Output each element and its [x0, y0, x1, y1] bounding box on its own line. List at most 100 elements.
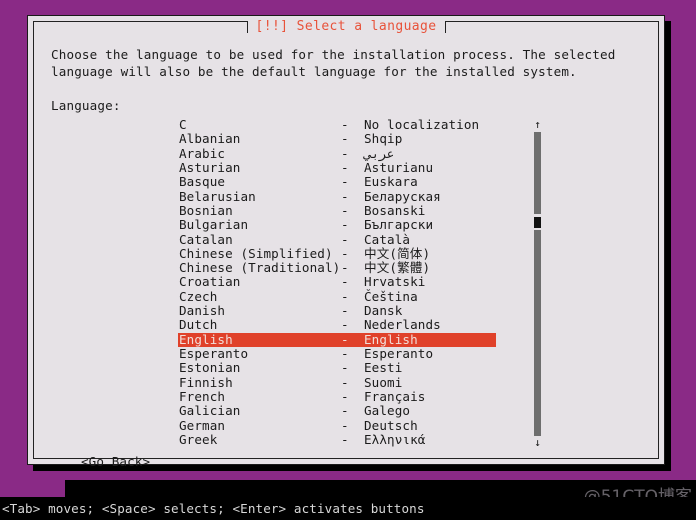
language-separator: - — [341, 117, 349, 132]
language-native-name: English — [364, 331, 418, 347]
go-back-button[interactable]: <Go Back> — [81, 454, 150, 470]
language-separator: - — [341, 159, 349, 175]
language-native-name: No localization — [364, 117, 480, 132]
language-list-item[interactable]: Greek - Ελληνικά — [178, 431, 496, 447]
language-separator: - — [341, 403, 349, 419]
installer-screen: [!!] Select a language Choose the langua… — [0, 0, 696, 520]
language-list-item[interactable]: Catalan - Català — [178, 231, 496, 247]
language-name: Chinese (Simplified) — [179, 245, 333, 261]
language-separator: - — [341, 245, 349, 261]
language-name: Finnish — [179, 374, 233, 390]
language-list-item[interactable]: Arabic - عربي — [178, 145, 496, 161]
scrollbar-trough[interactable] — [534, 132, 541, 436]
language-list-item[interactable]: German - Deutsch — [178, 417, 496, 433]
console-black-strip — [65, 480, 696, 497]
language-name: Belarusian — [179, 188, 256, 204]
dialog-inner-frame: [!!] Select a language Choose the langua… — [33, 20, 659, 469]
select-language-dialog: [!!] Select a language Choose the langua… — [27, 15, 665, 469]
language-separator: - — [341, 417, 349, 433]
dialog-titlebar: [!!] Select a language — [34, 15, 658, 34]
language-name: Croatian — [179, 274, 241, 290]
language-separator: - — [341, 288, 349, 304]
language-list-item[interactable]: Basque - Euskara — [178, 174, 496, 189]
language-list-item[interactable]: Asturian - Asturianu — [178, 159, 496, 175]
language-list[interactable]: C - No localization Albanian - Shqip Arabic - عر… — [178, 117, 496, 447]
language-native-name: Čeština — [364, 288, 418, 304]
language-separator: - — [341, 260, 349, 276]
language-separator: - — [341, 303, 349, 319]
language-separator: - — [341, 317, 349, 333]
language-native-name: Беларуская — [364, 188, 441, 204]
language-separator: - — [341, 202, 349, 218]
language-field-label: Language: — [51, 98, 121, 113]
language-native-name: Bosanski — [364, 202, 426, 218]
language-list-item[interactable]: French - Français — [178, 388, 496, 404]
language-separator: - — [341, 274, 349, 290]
language-name: Estonian — [179, 360, 241, 376]
language-list-item[interactable]: Czech - Čeština — [178, 288, 496, 304]
language-native-name: 中文(繁體) — [364, 260, 431, 276]
language-list-item[interactable]: Bulgarian - Български — [178, 217, 496, 233]
language-native-name: Suomi — [364, 374, 403, 390]
language-name: French — [179, 388, 226, 404]
language-native-name: Galego — [364, 403, 411, 419]
scroll-down-arrow-icon[interactable]: ↓ — [530, 436, 545, 450]
language-separator: - — [341, 388, 349, 404]
language-native-name: Esperanto — [364, 346, 434, 361]
language-name: Bosnian — [179, 202, 233, 218]
language-list-item[interactable]: Danish - Dansk — [178, 303, 496, 319]
language-name: Bulgarian — [179, 217, 249, 233]
language-name: Galician — [179, 403, 241, 419]
language-separator: - — [341, 131, 349, 147]
language-separator: - — [341, 431, 349, 447]
language-native-name: Shqip — [364, 131, 403, 147]
language-name: Dutch — [179, 317, 218, 333]
language-list-item[interactable]: Chinese (Traditional) - 中文(繁體) — [178, 260, 496, 276]
language-separator: - — [341, 374, 349, 390]
scrollbar-thumb[interactable] — [534, 217, 541, 228]
language-list-item[interactable]: Finnish - Suomi — [178, 374, 496, 390]
language-list-scrollbar[interactable]: ↑ ↓ — [530, 118, 545, 450]
language-native-name: Nederlands — [364, 317, 441, 333]
language-native-name: Eesti — [364, 360, 403, 376]
language-name: Arabic — [179, 145, 226, 161]
language-native-name: Български — [364, 217, 434, 233]
language-name: Greek — [179, 431, 218, 447]
language-native-name: Ελληνικά — [364, 431, 426, 447]
language-name: Albanian — [179, 131, 241, 147]
language-native-name: Deutsch — [364, 417, 418, 433]
language-native-name: عربي — [364, 145, 395, 161]
language-native-name: Hrvatski — [364, 274, 426, 290]
language-list-item[interactable]: Croatian - Hrvatski — [178, 274, 496, 290]
statusbar: <Tab> moves; <Space> selects; <Enter> ac… — [0, 497, 696, 520]
language-name: Asturian — [179, 159, 241, 175]
language-separator: - — [341, 231, 349, 247]
language-list-item[interactable]: Chinese (Simplified) - 中文(简体) — [178, 245, 496, 261]
language-list-item[interactable]: Albanian - Shqip — [178, 131, 496, 147]
language-name: English — [179, 331, 233, 347]
scroll-up-arrow-icon[interactable]: ↑ — [530, 118, 545, 132]
language-list-item[interactable]: Estonian - Eesti — [178, 360, 496, 376]
language-name: C — [179, 117, 187, 132]
language-name: Danish — [179, 303, 226, 319]
language-list-item[interactable]: Dutch - Nederlands — [178, 317, 496, 333]
language-list-item[interactable]: Galician - Galego — [178, 403, 496, 419]
language-native-name: Français — [364, 388, 426, 404]
language-native-name: 中文(简体) — [364, 245, 431, 261]
language-name: Esperanto — [179, 346, 249, 361]
language-list-item[interactable]: English - English — [178, 331, 496, 347]
language-list-item[interactable]: Belarusian - Беларуская — [178, 188, 496, 204]
language-separator: - — [341, 360, 349, 376]
language-separator: - — [341, 145, 349, 161]
dialog-title: [!!] Select a language — [246, 20, 446, 34]
language-separator: - — [341, 188, 349, 204]
dialog-description: Choose the language to be used for the i… — [51, 47, 624, 79]
language-native-name: Asturianu — [364, 159, 434, 175]
statusbar-help-text: <Tab> moves; <Space> selects; <Enter> ac… — [2, 501, 425, 516]
language-native-name: Català — [364, 231, 411, 247]
language-list-item[interactable]: Esperanto - Esperanto — [178, 346, 496, 361]
language-name: German — [179, 417, 226, 433]
language-list-item[interactable]: Bosnian - Bosanski — [178, 202, 496, 218]
language-name: Czech — [179, 288, 218, 304]
language-list-item[interactable]: C - No localization — [178, 117, 496, 132]
